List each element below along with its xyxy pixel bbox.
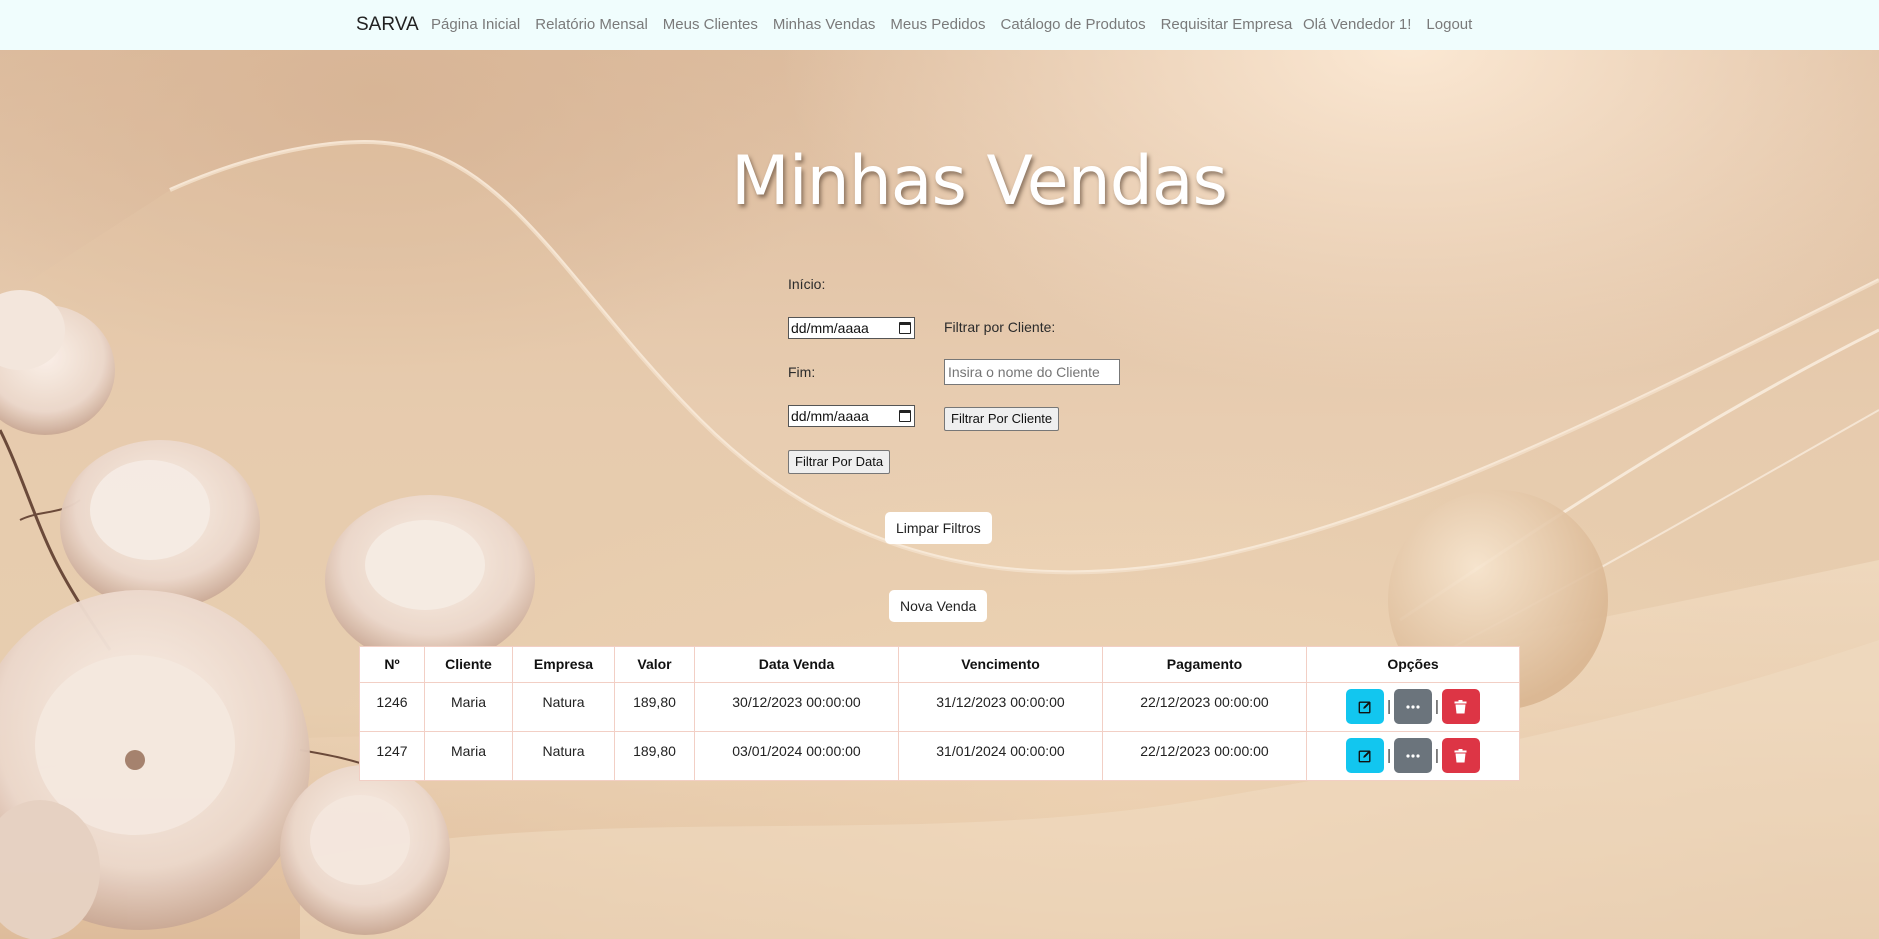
calendar-icon[interactable] bbox=[899, 410, 911, 422]
column-header-data-venda: Data Venda bbox=[694, 646, 899, 683]
column-header-empresa: Empresa bbox=[512, 646, 615, 683]
separator: | bbox=[1387, 747, 1391, 764]
nav-link-requisitar-empresa[interactable]: Requisitar Empresa bbox=[1161, 16, 1293, 33]
column-header-opcoes: Opções bbox=[1306, 646, 1520, 683]
nav-link-relatorio-mensal[interactable]: Relatório Mensal bbox=[535, 16, 648, 33]
nav-link-meus-pedidos[interactable]: Meus Pedidos bbox=[890, 16, 985, 33]
ellipsis-icon bbox=[1406, 704, 1420, 709]
cell-opcoes: | | bbox=[1306, 731, 1520, 781]
separator: | bbox=[1435, 747, 1439, 764]
cell-vencimento: 31/01/2024 00:00:00 bbox=[898, 731, 1103, 781]
end-date-input[interactable]: dd/mm/aaaa bbox=[788, 405, 915, 427]
user-greeting-link[interactable]: Olá Vendedor 1! bbox=[1303, 16, 1411, 33]
cell-opcoes: | | bbox=[1306, 682, 1520, 732]
cell-data-venda: 30/12/2023 00:00:00 bbox=[694, 682, 899, 732]
column-header-vencimento: Vencimento bbox=[898, 646, 1103, 683]
nav-user-area: Olá Vendedor 1! Logout bbox=[1303, 16, 1487, 33]
trash-icon bbox=[1454, 699, 1467, 713]
start-date-label: Início: bbox=[788, 276, 826, 292]
edit-button[interactable] bbox=[1346, 689, 1385, 724]
delete-button[interactable] bbox=[1441, 689, 1480, 724]
calendar-icon[interactable] bbox=[899, 322, 911, 334]
column-header-pagamento: Pagamento bbox=[1102, 646, 1307, 683]
start-date-input[interactable]: dd/mm/aaaa bbox=[788, 317, 915, 339]
cell-cliente: Maria bbox=[424, 731, 513, 781]
logout-link[interactable]: Logout bbox=[1426, 16, 1472, 33]
edit-icon bbox=[1358, 749, 1371, 762]
clear-filters-button[interactable]: Limpar Filtros bbox=[885, 512, 992, 544]
nav-link-pagina-inicial[interactable]: Página Inicial bbox=[431, 16, 520, 33]
table-row: 1247 Maria Natura 189,80 03/01/2024 00:0… bbox=[359, 731, 1520, 781]
column-header-cliente: Cliente bbox=[424, 646, 513, 683]
client-name-input[interactable] bbox=[944, 359, 1120, 385]
cell-numero: 1246 bbox=[359, 682, 425, 732]
page-title: Minhas Vendas bbox=[731, 142, 1228, 221]
start-date-value: dd/mm/aaaa bbox=[791, 320, 869, 336]
nav-link-minhas-vendas[interactable]: Minhas Vendas bbox=[773, 16, 876, 33]
nav-link-meus-clientes[interactable]: Meus Clientes bbox=[663, 16, 758, 33]
cell-empresa: Natura bbox=[512, 682, 615, 732]
edit-button[interactable] bbox=[1346, 738, 1385, 773]
background-image bbox=[0, 0, 1879, 939]
cell-pagamento: 22/12/2023 00:00:00 bbox=[1102, 682, 1307, 732]
filter-by-date-button[interactable]: Filtrar Por Data bbox=[788, 450, 891, 474]
end-date-value: dd/mm/aaaa bbox=[791, 408, 869, 424]
client-filter-label: Filtrar por Cliente: bbox=[944, 319, 1056, 335]
table-row: 1246 Maria Natura 189,80 30/12/2023 00:0… bbox=[359, 682, 1520, 732]
details-button[interactable] bbox=[1394, 738, 1432, 773]
ellipsis-icon bbox=[1406, 753, 1420, 758]
cell-cliente: Maria bbox=[424, 682, 513, 732]
column-header-numero: Nº bbox=[359, 646, 425, 683]
sales-table: Nº Cliente Empresa Valor Data Venda Venc… bbox=[359, 646, 1520, 781]
end-date-label: Fim: bbox=[788, 364, 816, 380]
nav-links: Página Inicial Relatório Mensal Meus Cli… bbox=[431, 16, 1307, 33]
column-header-valor: Valor bbox=[614, 646, 695, 683]
cell-pagamento: 22/12/2023 00:00:00 bbox=[1102, 731, 1307, 781]
cell-valor: 189,80 bbox=[614, 682, 695, 732]
delete-button[interactable] bbox=[1441, 738, 1480, 773]
cell-empresa: Natura bbox=[512, 731, 615, 781]
brand-logo-link[interactable]: SARVA bbox=[356, 14, 419, 36]
row-actions: | | bbox=[1346, 738, 1480, 773]
new-sale-button[interactable]: Nova Venda bbox=[889, 590, 988, 622]
details-button[interactable] bbox=[1394, 689, 1432, 724]
top-navbar: SARVA Página Inicial Relatório Mensal Me… bbox=[0, 0, 1879, 50]
cell-numero: 1247 bbox=[359, 731, 425, 781]
table-header-row: Nº Cliente Empresa Valor Data Venda Venc… bbox=[359, 646, 1520, 683]
nav-link-catalogo-produtos[interactable]: Catálogo de Produtos bbox=[1000, 16, 1145, 33]
filter-by-client-button[interactable]: Filtrar Por Cliente bbox=[944, 407, 1060, 431]
edit-icon bbox=[1358, 700, 1371, 713]
separator: | bbox=[1387, 698, 1391, 715]
cell-valor: 189,80 bbox=[614, 731, 695, 781]
trash-icon bbox=[1454, 748, 1467, 762]
cell-vencimento: 31/12/2023 00:00:00 bbox=[898, 682, 1103, 732]
cell-data-venda: 03/01/2024 00:00:00 bbox=[694, 731, 899, 781]
separator: | bbox=[1435, 698, 1439, 715]
row-actions: | | bbox=[1346, 689, 1480, 724]
